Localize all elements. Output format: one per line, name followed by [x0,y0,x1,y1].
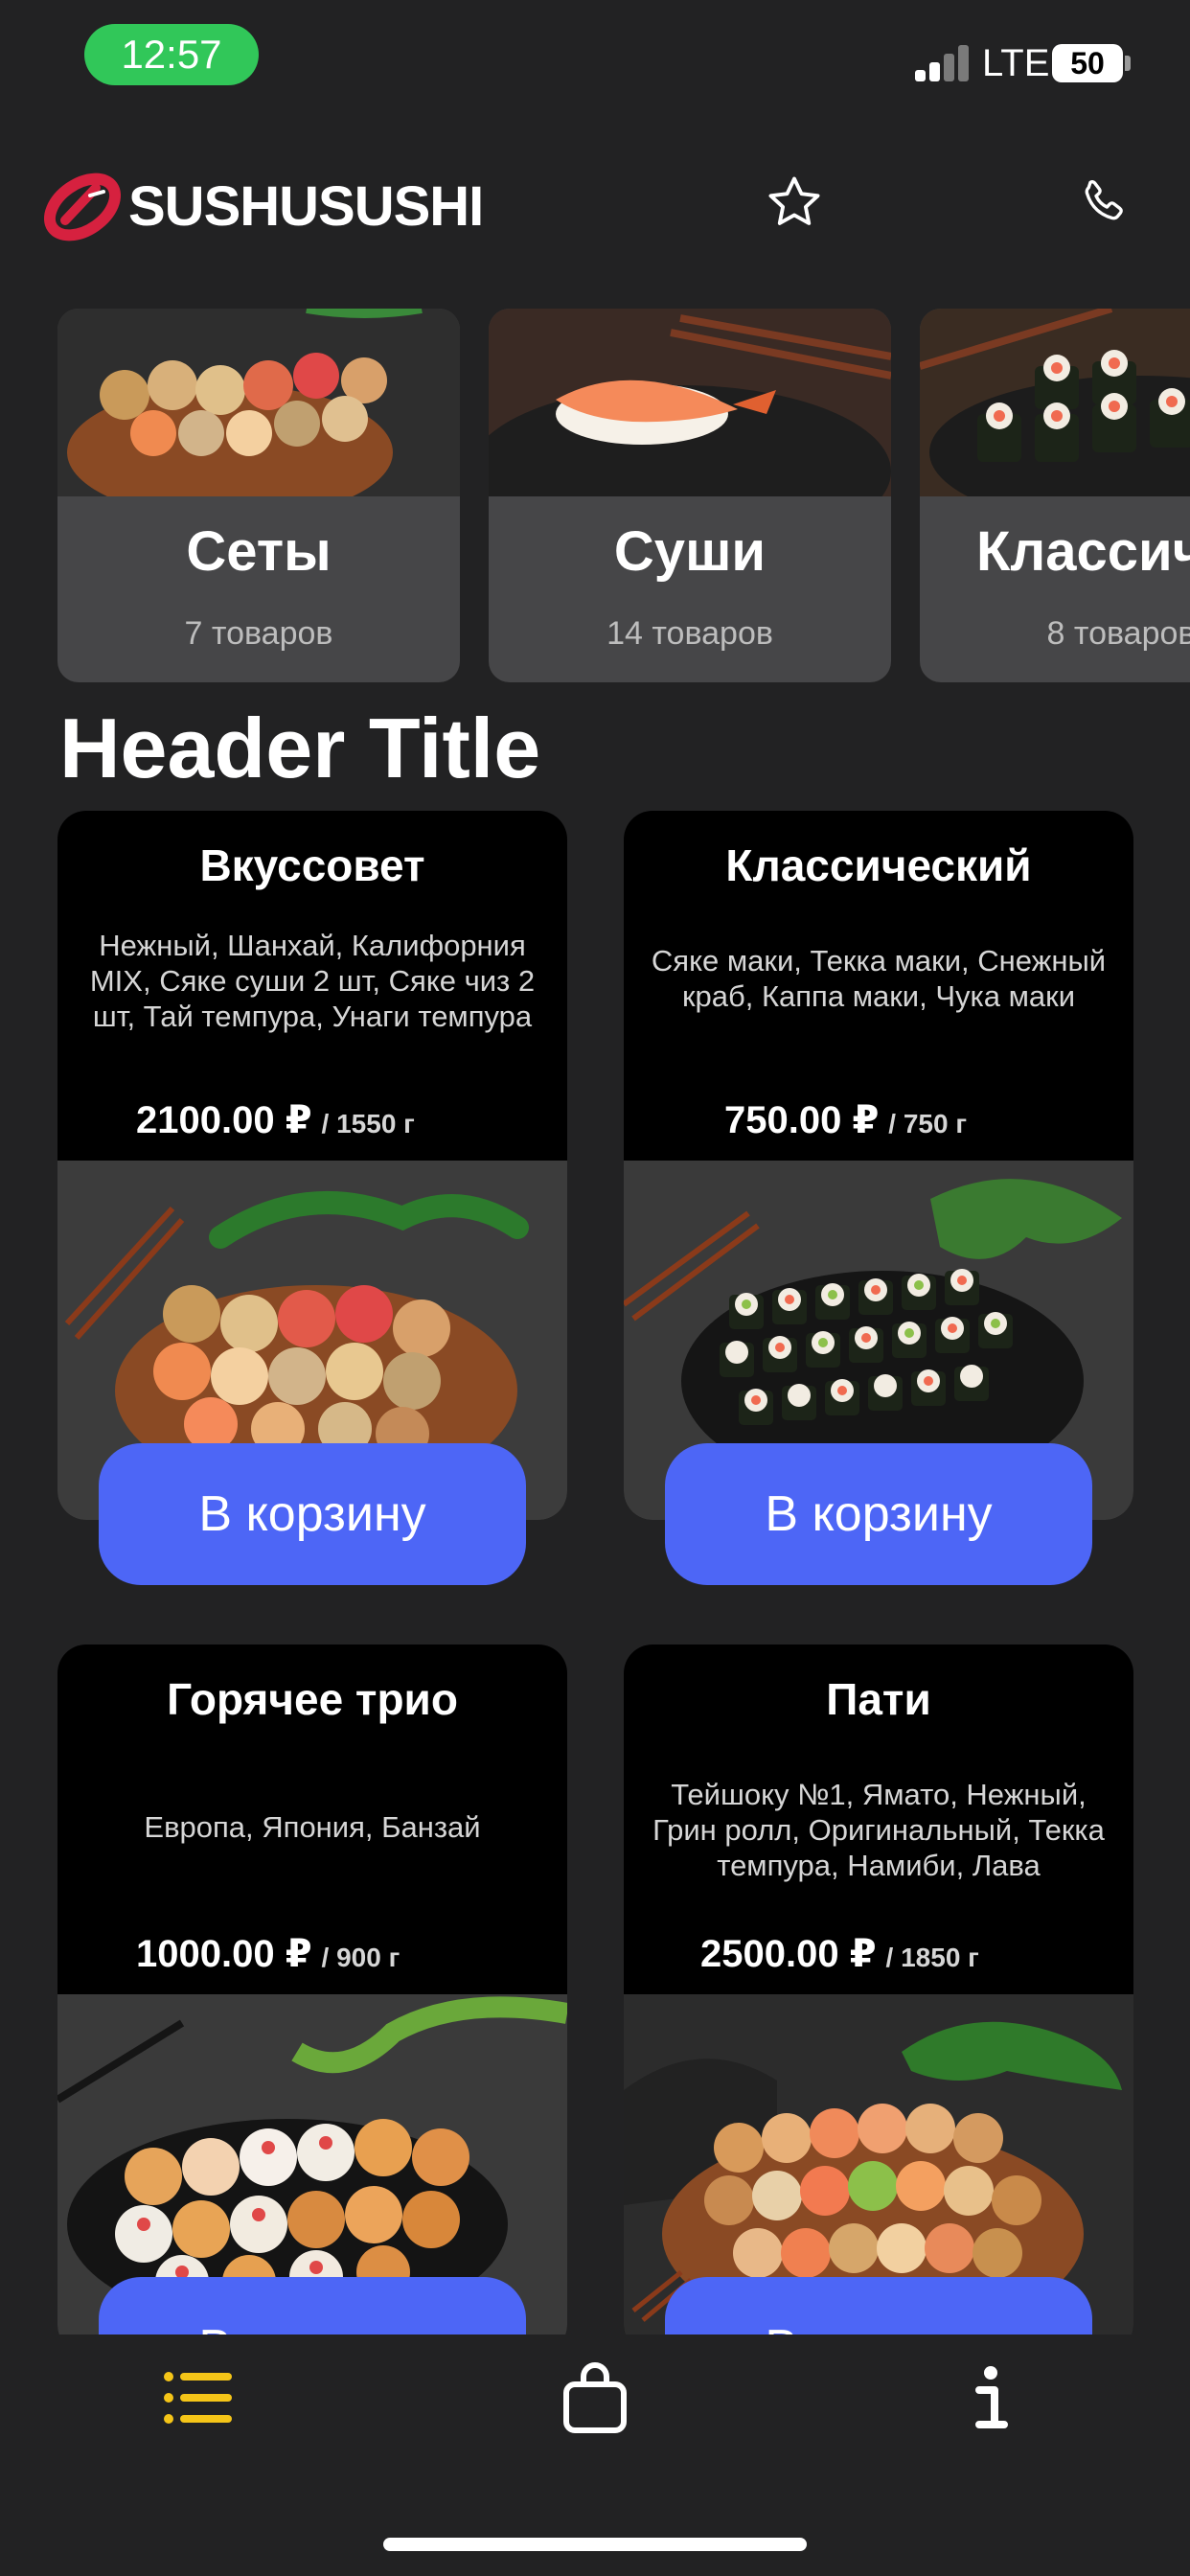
logo-text: SUSHUSUSHI [128,175,484,238]
category-card-sushi[interactable]: Суши 14 товаров [489,309,891,682]
product-description: Тейшоку №1, Ямато, Нежный, Грин ролл, Ор… [652,1778,1105,1882]
product-card[interactable]: Пати Тейшоку №1, Ямато, Нежный, Грин рол… [624,1644,1133,2354]
menu-list-icon[interactable] [161,2359,238,2436]
product-weight: / 1550 г [321,1109,415,1138]
category-count: 8 товаров [1046,615,1190,652]
product-card[interactable]: Вкуссовет Нежный, Шанхай, Калифорния MIX… [57,811,567,1520]
product-price-row: 1000.00 ₽ / 900 г [136,1932,400,1976]
add-to-cart-button[interactable]: В корзину [665,1443,1092,1585]
product-price: 2100.00 ₽ [136,1099,312,1141]
product-description: Сяке маки, Текка маки, Снежный краб, Кап… [651,944,1107,1013]
shopping-bag-icon[interactable] [557,2359,633,2436]
category-image-sets [57,309,460,496]
category-count: 14 товаров [606,615,773,652]
category-card-sets[interactable]: Сеты 7 товаров [57,309,460,682]
phone-icon[interactable] [1075,174,1131,230]
category-title: Сеты [186,520,332,583]
product-price-row: 2100.00 ₽ / 1550 г [136,1098,415,1142]
product-card[interactable]: Горячее трио Европа, Япония, Банзай 1000… [57,1644,567,2354]
section-title: Header Title [59,701,541,795]
battery-tip [1125,56,1131,71]
product-name: Горячее трио [167,1674,458,1724]
product-weight: / 1850 г [885,1943,979,1972]
category-count: 7 товаров [184,615,333,652]
category-carousel[interactable]: Сеты 7 товаров Суши 14 товаров Классич 8… [57,309,1190,684]
product-price: 1000.00 ₽ [136,1933,312,1975]
product-description: Нежный, Шанхай, Калифорния MIX, Сяке суш… [89,929,536,1033]
product-weight: / 750 г [888,1109,968,1138]
product-price: 2500.00 ₽ [700,1933,877,1975]
category-image-sushi [489,309,891,496]
status-bar: 12:57 LTE 50 [0,0,1190,105]
product-price-row: 2500.00 ₽ / 1850 г [700,1932,979,1976]
category-title: Классичес [975,520,1190,583]
product-card[interactable]: Классический Сяке маки, Текка маки, Снеж… [624,811,1133,1520]
signal-strength-icon [915,43,969,81]
product-name: Вкуссовет [199,840,425,890]
product-price-row: 750.00 ₽ / 750 г [724,1098,967,1142]
product-name: Пати [826,1674,931,1724]
product-weight: / 900 г [321,1943,400,1972]
info-icon[interactable] [952,2359,1029,2436]
logo-icon [43,172,122,242]
network-type: LTE [982,42,1050,84]
category-card-classic[interactable]: Классичес 8 товаров [920,309,1190,682]
star-icon[interactable] [765,172,824,232]
app-header: SUSHUSUSHI [0,153,1190,259]
status-time: 12:57 [84,24,259,85]
category-title: Суши [613,520,767,583]
category-image-classic [920,309,1190,496]
product-name: Классический [725,840,1032,890]
product-price: 750.00 ₽ [724,1099,880,1141]
add-to-cart-button[interactable]: В корзину [99,1443,526,1585]
home-indicator[interactable] [383,2538,807,2551]
battery-level: 50 [1052,44,1123,82]
product-description: Европа, Япония, Банзай [144,1810,481,1844]
